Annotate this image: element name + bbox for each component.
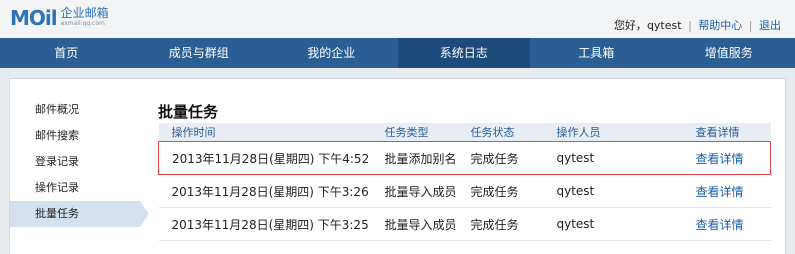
logo-domain-label: exmail.qq.com [60, 20, 105, 27]
table-row: 2013年11月28日(星期四) 下午3:26 批量导入成员 完成任务 qyte… [158, 174, 771, 208]
column-header-time: 操作时间 [158, 123, 385, 142]
help-center-link[interactable]: 帮助中心 [698, 19, 742, 32]
nav-members-groups[interactable]: 成员与群组 [133, 38, 266, 68]
top-bar: MOil 企业邮箱 exmail.qq.com 您好，qytest | 帮助中心… [0, 0, 795, 38]
content-panel: 邮件概况 邮件搜索 登录记录 操作记录 批量任务 批量任务 操作时间 任务类型 … [9, 78, 786, 254]
cell-time: 2013年11月28日(星期四) 下午3:26 [158, 174, 385, 208]
table-header-row: 操作时间 任务类型 任务状态 操作人员 查看详情 [158, 123, 771, 142]
nav-my-enterprise[interactable]: 我的企业 [265, 38, 398, 68]
logo-mark: MOil [10, 6, 58, 30]
view-details-link[interactable]: 查看详情 [695, 207, 771, 241]
cell-type: 批量导入成员 [384, 174, 471, 208]
table-row: 2013年11月28日(星期四) 下午4:52 批量添加别名 完成任务 qyte… [158, 141, 771, 175]
view-details-link[interactable]: 查看详情 [695, 174, 771, 208]
logo-text: 企业邮箱 exmail.qq.com [61, 6, 109, 28]
sidebar: 邮件概况 邮件搜索 登录记录 操作记录 批量任务 [10, 97, 149, 227]
greeting-text: 您好， [613, 19, 647, 32]
nav-toolbox[interactable]: 工具箱 [530, 38, 663, 68]
cell-operator: qytest [556, 141, 696, 175]
user-bar: 您好，qytest | 帮助中心 | 退出 [614, 17, 781, 33]
batch-task-table: 操作时间 任务类型 任务状态 操作人员 查看详情 2013年11月28日(星期四… [158, 123, 771, 241]
column-header-operator: 操作人员 [556, 123, 696, 142]
table-row: 2013年11月28日(星期四) 下午3:25 批量导入成员 完成任务 qyte… [158, 207, 771, 241]
logout-link[interactable]: 退出 [759, 19, 781, 32]
main-nav: 首页 成员与群组 我的企业 系统日志 工具箱 增值服务 [0, 38, 795, 68]
cell-status: 完成任务 [470, 207, 557, 241]
sidebar-item-mail-overview[interactable]: 邮件概况 [10, 97, 140, 123]
nav-system-log[interactable]: 系统日志 [397, 38, 530, 68]
column-header-type: 任务类型 [384, 123, 471, 142]
column-header-status: 任务状态 [470, 123, 557, 142]
username: qytest [646, 19, 682, 32]
cell-operator: qytest [556, 207, 696, 241]
sidebar-item-operation-records[interactable]: 操作记录 [10, 175, 140, 201]
nav-home[interactable]: 首页 [0, 38, 133, 68]
cell-status: 完成任务 [470, 174, 557, 208]
separator: | [688, 19, 692, 32]
cell-time: 2013年11月28日(星期四) 下午4:52 [158, 141, 385, 175]
page-title: 批量任务 [158, 103, 219, 121]
cell-time: 2013年11月28日(星期四) 下午3:25 [158, 207, 385, 241]
cell-type: 批量导入成员 [384, 207, 471, 241]
exmail-logo[interactable]: MOil 企业邮箱 exmail.qq.com [10, 6, 109, 32]
sidebar-item-batch-tasks[interactable]: 批量任务 [10, 201, 149, 227]
column-header-details: 查看详情 [695, 123, 771, 142]
cell-status: 完成任务 [470, 141, 557, 175]
main-content: 批量任务 操作时间 任务类型 任务状态 操作人员 查看详情 2013年11月28… [158, 101, 771, 241]
sidebar-item-login-records[interactable]: 登录记录 [10, 149, 140, 175]
separator: | [748, 19, 753, 32]
nav-value-added-services[interactable]: 增值服务 [663, 38, 795, 68]
cell-operator: qytest [556, 174, 696, 208]
cell-type: 批量添加别名 [384, 141, 471, 175]
view-details-link[interactable]: 查看详情 [695, 141, 771, 175]
sidebar-item-mail-search[interactable]: 邮件搜索 [10, 123, 140, 149]
logo-cn-label: 企业邮箱 [60, 6, 109, 20]
